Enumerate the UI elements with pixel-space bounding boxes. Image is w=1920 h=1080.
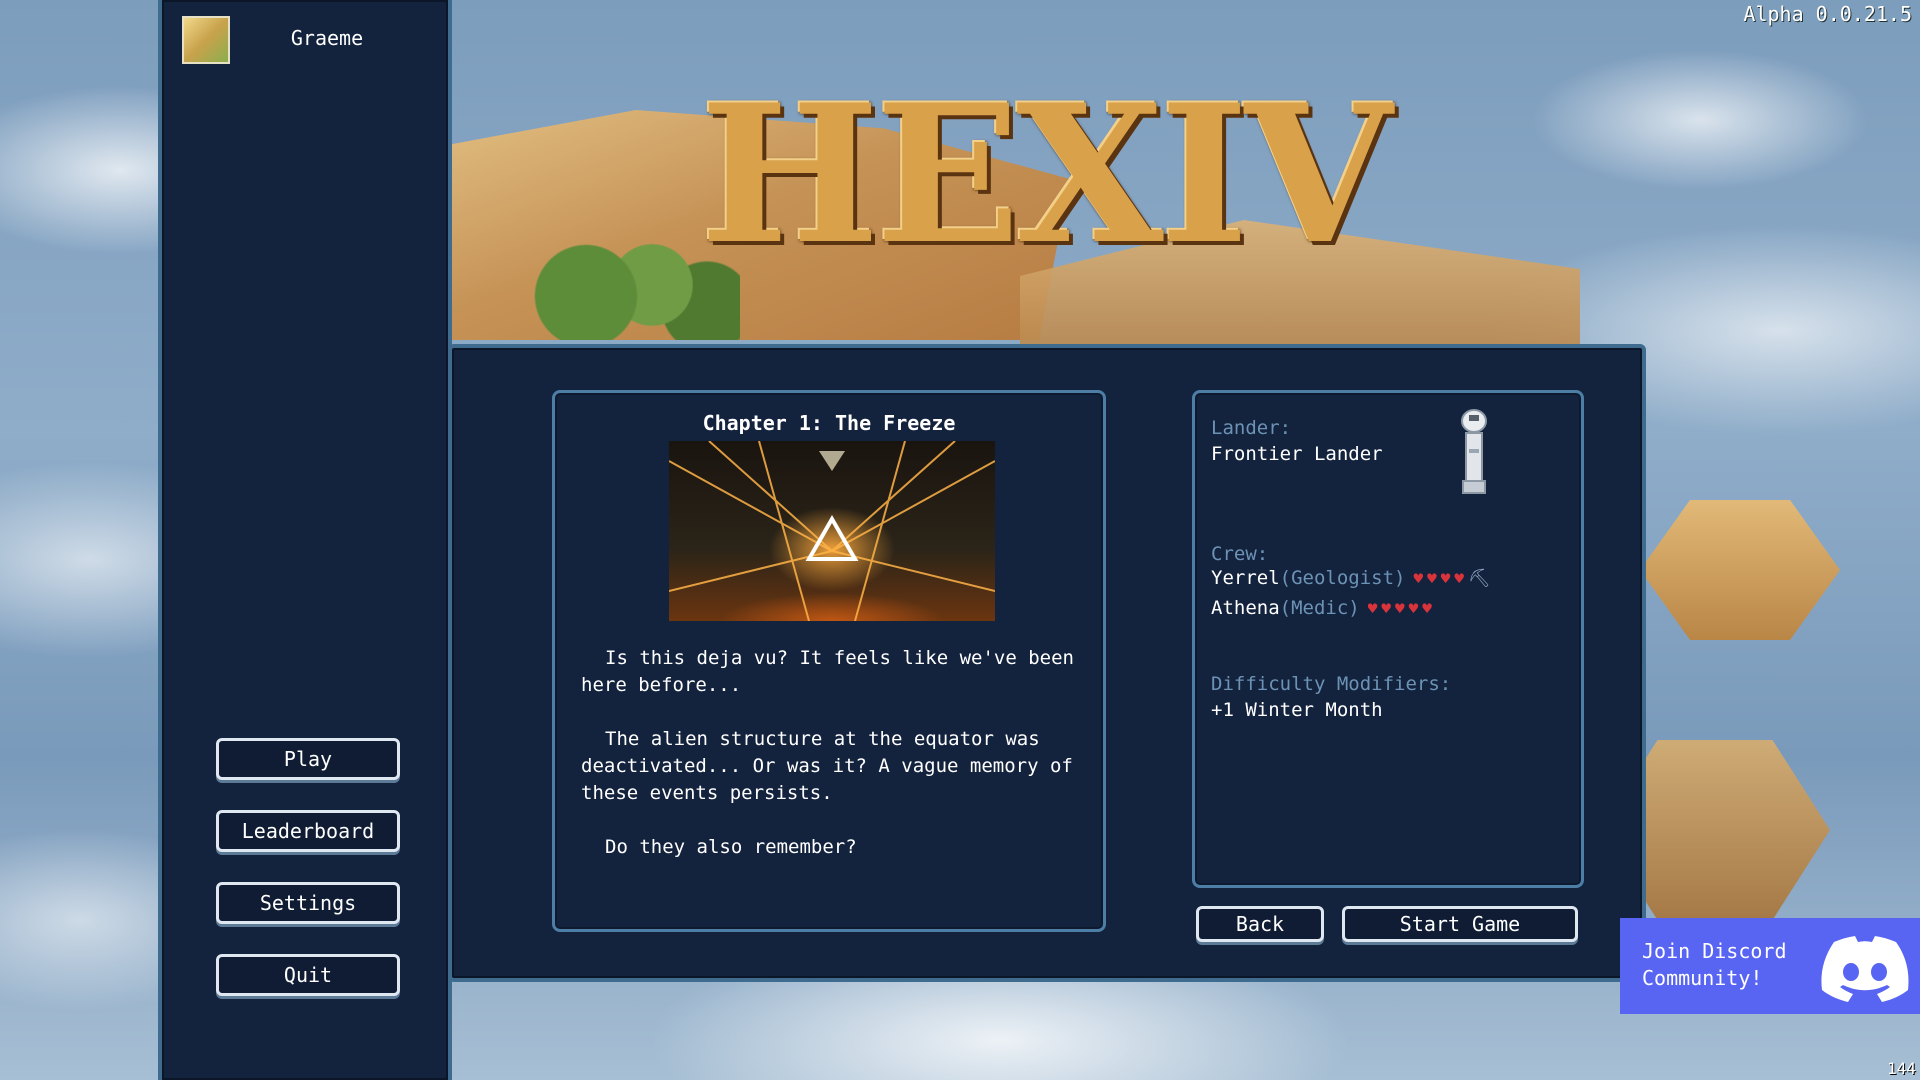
play-button[interactable]: Play [216, 738, 400, 780]
lander-icon [1461, 409, 1487, 494]
pickaxe-icon: ⛏ [1468, 568, 1491, 589]
discord-banner[interactable]: Join Discord Community! [1620, 918, 1920, 1014]
crew-name: Athena [1211, 597, 1280, 619]
settings-button[interactable]: Settings [216, 882, 400, 924]
game-logo: HEXIV [700, 63, 1392, 286]
sidebar: Graeme Play Leaderboard Settings Quit [158, 0, 452, 1080]
crew-label: Crew: [1211, 543, 1269, 565]
version-label: Alpha 0.0.21.5 [1743, 2, 1912, 26]
quit-button[interactable]: Quit [216, 954, 400, 996]
username: Graeme [290, 26, 364, 50]
expedition-info-card: Lander: Frontier Lander Crew: Yerrel(Geo… [1192, 390, 1584, 888]
back-button[interactable]: Back [1196, 906, 1324, 942]
chapter-title: Chapter 1: The Freeze [702, 411, 956, 435]
crew-role: (Geologist) [1279, 567, 1406, 589]
health-hearts: ♥♥♥♥ [1413, 569, 1469, 588]
difficulty-label: Difficulty Modifiers: [1211, 673, 1452, 695]
crew-member: Yerrel(Geologist) ♥♥♥♥⛏ [1211, 567, 1491, 589]
new-game-panel: Chapter 1: The Freeze Is this deja vu? I… [448, 344, 1646, 982]
fps-counter: 144 [1887, 1059, 1916, 1078]
lander-label: Lander: [1211, 417, 1292, 439]
discord-icon [1821, 936, 1909, 1002]
story-paragraph: Do they also remember? [605, 836, 857, 858]
crew-member: Athena(Medic) ♥♥♥♥♥ [1211, 597, 1436, 619]
chapter-illustration [669, 441, 995, 621]
chapter-story: Is this deja vu? It feels like we've bee… [581, 645, 1081, 888]
leaderboard-button[interactable]: Leaderboard [216, 810, 400, 852]
story-paragraph: Is this deja vu? It feels like we've bee… [581, 647, 1074, 696]
avatar[interactable] [182, 16, 230, 64]
hex-tile [1640, 500, 1840, 640]
discord-label: Join Discord Community! [1642, 939, 1787, 990]
difficulty-value: +1 Winter Month [1211, 699, 1383, 721]
health-hearts: ♥♥♥♥♥ [1367, 599, 1436, 618]
lander-value: Frontier Lander [1211, 443, 1383, 465]
story-paragraph: The alien structure at the equator was d… [581, 728, 1073, 804]
crew-role: (Medic) [1279, 597, 1360, 619]
crew-name: Yerrel [1211, 567, 1280, 589]
chapter-card: Chapter 1: The Freeze Is this deja vu? I… [552, 390, 1106, 932]
start-game-button[interactable]: Start Game [1342, 906, 1578, 942]
